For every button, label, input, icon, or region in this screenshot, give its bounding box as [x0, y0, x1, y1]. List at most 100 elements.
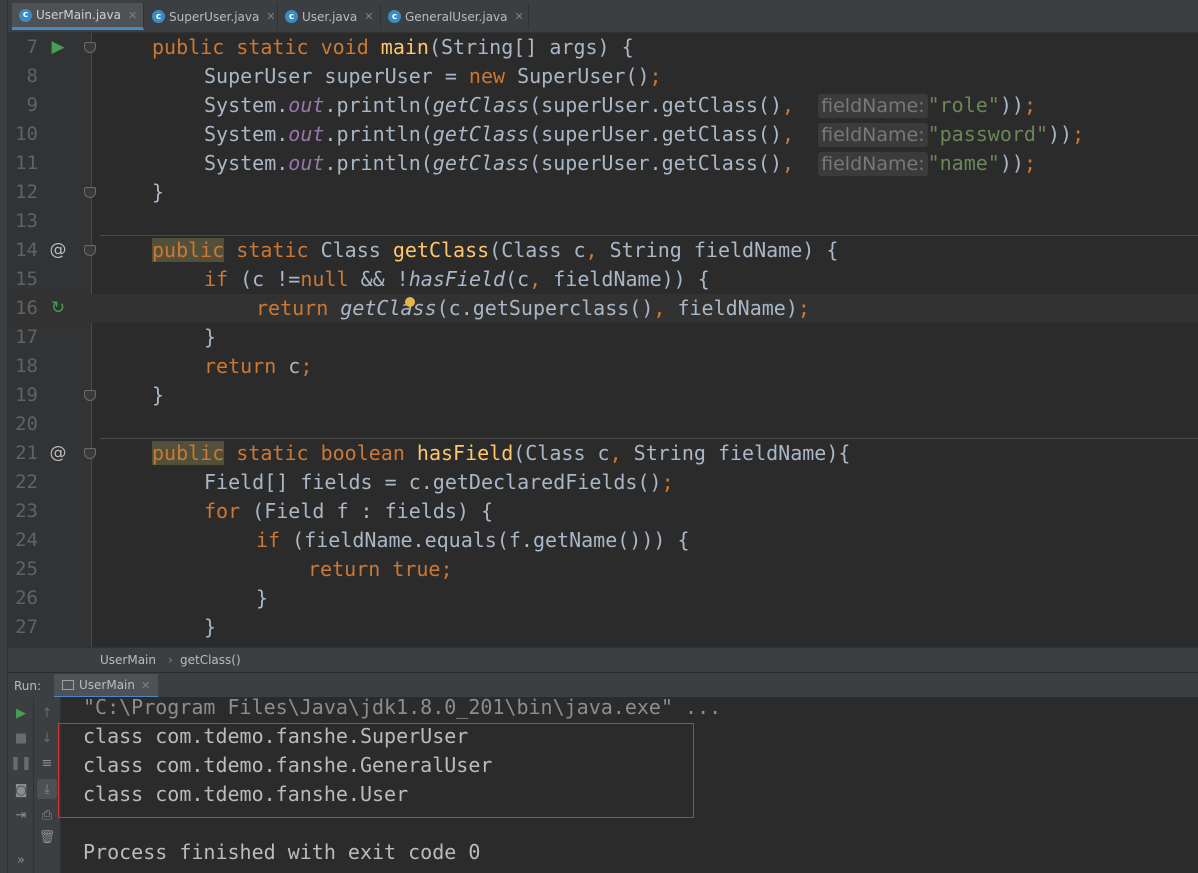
intention-bulb-icon[interactable] [405, 297, 415, 307]
code-line: 27 } [8, 613, 1198, 642]
scroll-to-end-icon[interactable]: ⤓ [37, 779, 57, 799]
code-line: 8 SuperUser superUser = new SuperUser(); [8, 62, 1198, 91]
code-line: 24 if (fieldName.equals(f.getName())) { [8, 526, 1198, 555]
stop-icon[interactable]: ■ [11, 728, 31, 748]
code-text: for (Field f : fields) { [204, 499, 493, 523]
code-text: public static void main(String[] args) { [152, 35, 634, 59]
annotation-gutter-icon[interactable]: @ [48, 439, 68, 468]
fold-icon[interactable] [84, 42, 96, 53]
java-class-icon: c [388, 10, 401, 23]
tab-label: User.java [302, 9, 358, 24]
print-icon[interactable]: ⎙ [37, 805, 57, 825]
code-text: Field[] fields = c.getDeclaredFields(); [204, 470, 674, 494]
code-text: System.out.println(getClass(superUser.ge… [204, 122, 1085, 147]
console-exit-message: Process finished with exit code 0 [83, 840, 481, 864]
left-tool-strip [0, 0, 8, 873]
code-line: 18 return c; [8, 352, 1198, 381]
run-gutter-icon[interactable]: ▶ [48, 33, 68, 62]
run-label: Run: [14, 679, 42, 693]
more-icon[interactable]: » [11, 850, 31, 870]
line-number: 27 [15, 616, 38, 638]
arrow-up-icon[interactable]: ↑ [37, 703, 57, 723]
arrow-down-icon[interactable]: ↓ [37, 728, 57, 748]
code-text: return c; [204, 354, 313, 378]
close-icon[interactable]: ✕ [515, 10, 524, 23]
code-line: 26 } [8, 584, 1198, 613]
code-editor[interactable]: 7 ▶ public static void main(String[] arg… [8, 33, 1198, 647]
line-number: 21 [15, 442, 38, 464]
close-icon[interactable]: ✕ [266, 10, 275, 23]
code-line: 23 for (Field f : fields) { [8, 497, 1198, 526]
rerun-icon[interactable]: ▶ [11, 703, 31, 723]
code-text: } [152, 383, 165, 407]
line-number: 10 [15, 123, 38, 145]
camera-icon[interactable]: ◙ [11, 780, 31, 800]
string-literal: "name" [927, 151, 1000, 175]
code-line: 12 } [8, 178, 1198, 207]
trash-icon[interactable]: 🗑 [37, 827, 57, 847]
highlight-box [58, 723, 694, 818]
tab-generaluser[interactable]: c GeneralUser.java ✕ [381, 3, 529, 30]
code-text: SuperUser superUser = new SuperUser(); [204, 64, 662, 88]
code-line: 17 } [8, 323, 1198, 352]
code-text: } [204, 325, 217, 349]
code-text: } [152, 180, 165, 204]
soft-wrap-icon[interactable]: ≡ [37, 753, 57, 773]
code-line: 9 System.out.println(getClass(superUser.… [8, 91, 1198, 120]
code-line: 22 Field[] fields = c.getDeclaredFields(… [8, 468, 1198, 497]
line-number: 23 [15, 500, 38, 522]
code-line: 7 ▶ public static void main(String[] arg… [8, 33, 1198, 62]
code-text: public static Class getClass(Class c, St… [152, 238, 839, 262]
breadcrumb-method[interactable]: getClass() [180, 653, 241, 667]
line-number: 15 [15, 268, 38, 290]
close-icon[interactable]: ✕ [141, 679, 150, 692]
fold-icon[interactable] [84, 390, 96, 401]
breadcrumb-file[interactable]: UserMain [100, 653, 156, 667]
line-number: 16 [15, 297, 38, 319]
line-number: 14 [15, 239, 38, 261]
fold-icon[interactable] [84, 245, 96, 256]
code-text: return getClass(c.getSuperclass(), field… [256, 296, 810, 320]
line-number: 18 [15, 355, 38, 377]
code-text: if (c !=null && !hasField(c, fieldName))… [204, 267, 710, 291]
annotation-gutter-icon[interactable]: @ [48, 236, 68, 265]
line-number: 8 [26, 65, 38, 87]
line-number: 12 [15, 181, 38, 203]
tab-usermain[interactable]: c UserMain.java ✕ [12, 3, 144, 30]
close-icon[interactable]: ✕ [128, 9, 137, 22]
fold-icon[interactable] [84, 187, 96, 198]
line-number: 19 [15, 384, 38, 406]
code-line-current: 16 ↻ return getClass(c.getSuperclass(), … [8, 294, 1198, 323]
code-line: 10 System.out.println(getClass(superUser… [8, 120, 1198, 149]
java-class-icon: c [19, 8, 32, 22]
code-line: 14 @ public static Class getClass(Class … [8, 236, 1198, 265]
code-text: System.out.println(getClass(superUser.ge… [204, 151, 1036, 176]
run-toolbar-secondary: ↑ ↓ ≡ ⤓ ⎙ 🗑 [34, 697, 61, 873]
close-icon[interactable]: ✕ [364, 10, 373, 23]
run-console: ▶ ■ ❚❚ ◙ ⇥ » ↑ ↓ ≡ ⤓ ⎙ 🗑 "C:\Program Fil… [8, 695, 1198, 873]
pause-icon[interactable]: ❚❚ [10, 753, 32, 773]
code-line: 15 if (c !=null && !hasField(c, fieldNam… [8, 265, 1198, 294]
line-number: 26 [15, 587, 38, 609]
line-number: 22 [15, 471, 38, 493]
parameter-hint: fieldName: [818, 152, 928, 176]
string-literal: "role" [927, 93, 1000, 117]
run-toolbar-primary: ▶ ■ ❚❚ ◙ ⇥ » [8, 697, 34, 873]
tab-user[interactable]: c User.java ✕ [278, 3, 381, 30]
code-text: } [256, 586, 269, 610]
editor-tab-bar: c UserMain.java ✕ c SuperUser.java ✕ c U… [8, 0, 1198, 33]
code-text: if (fieldName.equals(f.getName())) { [256, 528, 690, 552]
code-line: 25 return true; [8, 555, 1198, 584]
run-tab-label: UserMain [79, 678, 135, 692]
java-class-icon: c [285, 10, 298, 23]
code-text: System.out.println(getClass(superUser.ge… [204, 93, 1036, 118]
tab-superuser[interactable]: c SuperUser.java ✕ [145, 3, 278, 30]
line-number: 17 [15, 326, 38, 348]
exit-icon[interactable]: ⇥ [11, 805, 31, 825]
recursive-call-icon[interactable]: ↻ [48, 294, 68, 323]
tab-label: GeneralUser.java [405, 9, 508, 24]
fold-icon[interactable] [84, 448, 96, 459]
line-number: 24 [15, 529, 38, 551]
parameter-hint: fieldName: [818, 123, 928, 147]
console-command-line: "C:\Program Files\Java\jdk1.8.0_201\bin\… [83, 695, 722, 719]
